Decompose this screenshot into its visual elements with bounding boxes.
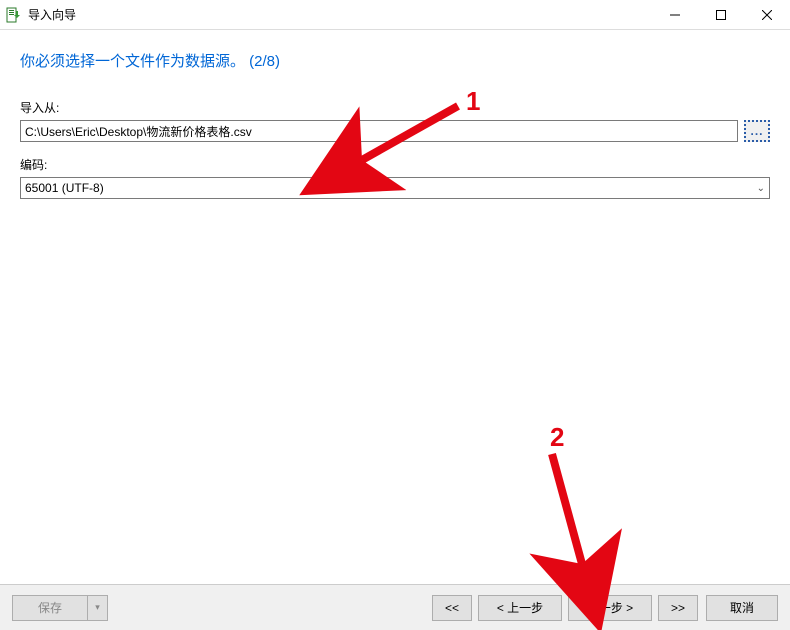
close-button[interactable] — [744, 0, 790, 30]
maximize-button[interactable] — [698, 0, 744, 30]
encoding-select[interactable]: 65001 (UTF-8) ⌄ — [20, 177, 770, 199]
import-from-input[interactable] — [20, 120, 738, 142]
first-button[interactable]: << — [432, 595, 472, 621]
cancel-button[interactable]: 取消 — [706, 595, 778, 621]
annotation-label-2: 2 — [550, 422, 564, 453]
wizard-heading: 你必须选择一个文件作为数据源。 (2/8) — [20, 50, 770, 71]
chevron-down-icon: ⌄ — [757, 183, 765, 194]
window-title: 导入向导 — [28, 6, 76, 23]
wizard-footer: 保存 ▾ << < 上一步 下一步 > >> 取消 — [0, 584, 790, 630]
save-button[interactable]: 保存 — [12, 595, 88, 621]
next-button[interactable]: 下一步 > — [568, 595, 652, 621]
import-from-label: 导入从: — [20, 99, 770, 116]
minimize-button[interactable] — [652, 0, 698, 30]
chevron-down-icon: ▾ — [95, 602, 100, 613]
prev-button[interactable]: < 上一步 — [478, 595, 562, 621]
last-button[interactable]: >> — [658, 595, 698, 621]
titlebar: 导入向导 — [0, 0, 790, 30]
app-icon — [6, 7, 22, 23]
encoding-label: 编码: — [20, 156, 770, 173]
browse-button[interactable]: ... — [744, 120, 770, 142]
save-dropdown-button[interactable]: ▾ — [88, 595, 108, 621]
wizard-content: 你必须选择一个文件作为数据源。 (2/8) 导入从: ... 编码: 65001… — [0, 30, 790, 584]
annotation-label-1: 1 — [466, 86, 480, 117]
encoding-value: 65001 (UTF-8) — [25, 181, 104, 195]
